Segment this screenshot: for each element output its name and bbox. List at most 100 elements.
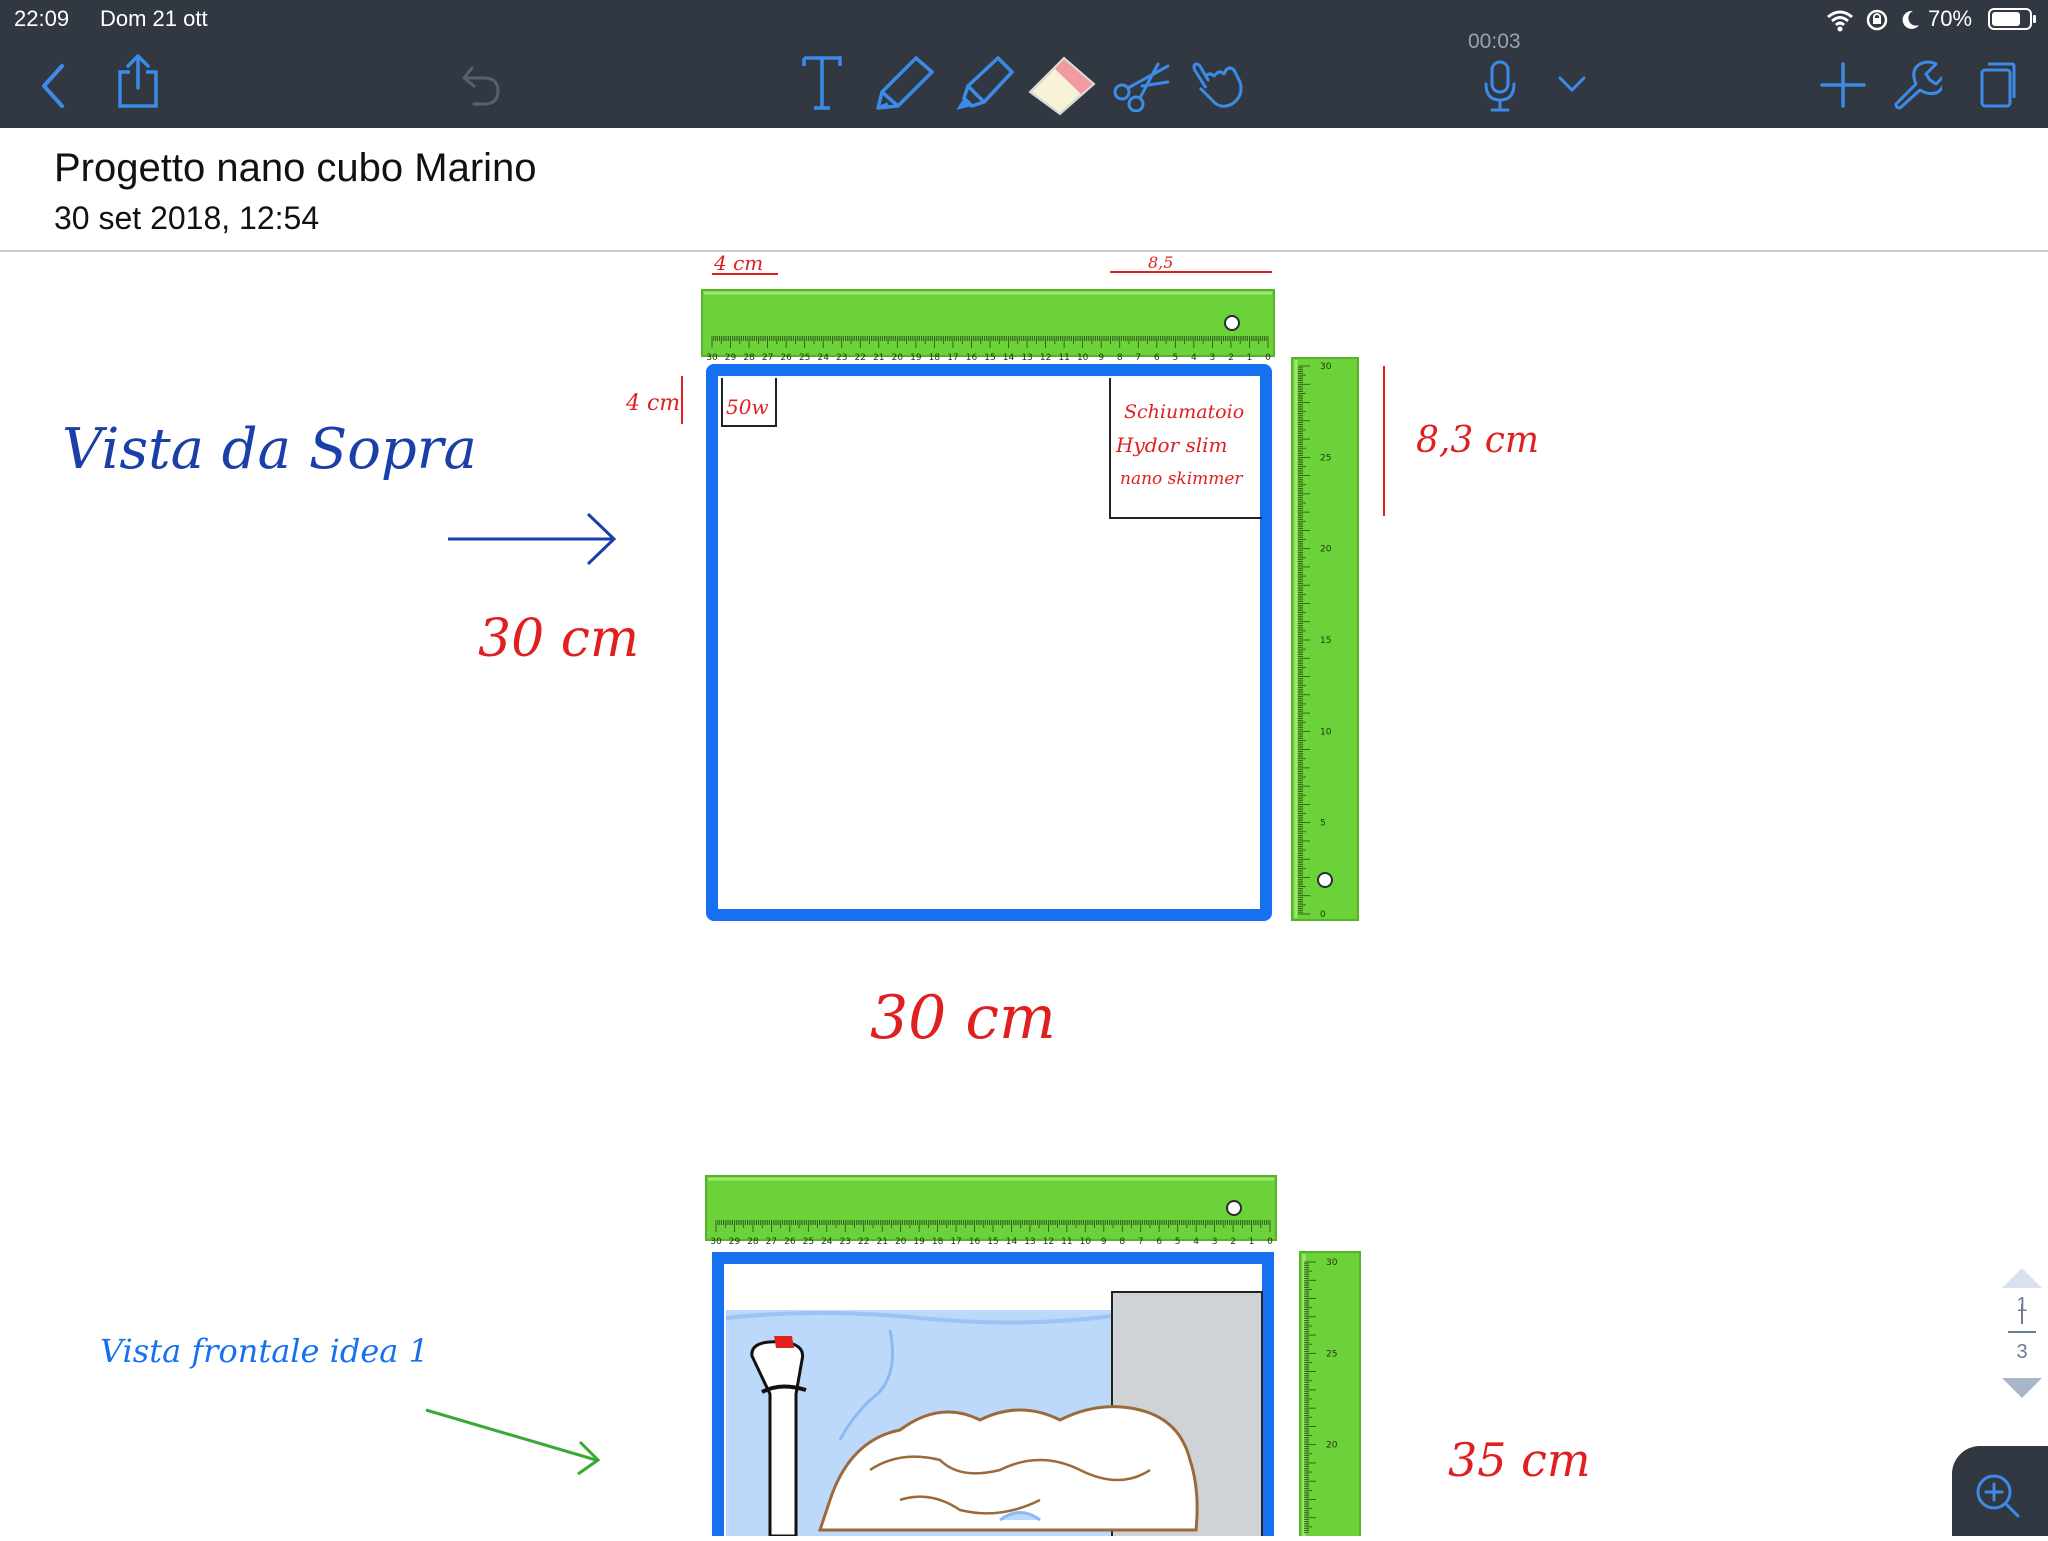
ruler-label: 9	[1098, 353, 1104, 363]
zoom-button[interactable]	[1952, 1446, 2048, 1536]
ruler-label: 15	[987, 1237, 998, 1247]
ruler-label: 10	[1077, 353, 1089, 363]
ruler-label: 11	[1058, 353, 1069, 363]
ruler-label: 25	[1326, 1349, 1337, 1359]
ruler-label: 24	[821, 1237, 833, 1247]
ruler-label: 17	[950, 1237, 961, 1247]
ruler-label: 28	[747, 1237, 759, 1247]
ruler-label: 18	[929, 353, 941, 363]
ruler-label: 20	[1326, 1441, 1338, 1451]
ruler-label: 24	[817, 353, 829, 363]
ruler-label: 30	[710, 1237, 722, 1247]
ruler-label: 0	[1265, 353, 1271, 363]
ruler-label: 10	[1320, 727, 1332, 737]
note-view-top: Vista da Sopra	[62, 417, 477, 482]
ruler-label: 25	[803, 1237, 814, 1247]
page-up-icon[interactable]	[2002, 1268, 2042, 1288]
ruler-label: 13	[1024, 1237, 1035, 1247]
note-skimmer-2: Hydor slim	[1115, 433, 1228, 457]
ruler-label: 8	[1117, 353, 1123, 363]
ruler-side-2[interactable]: 30 25 20	[1299, 1251, 1361, 1536]
ruler-label: 12	[1043, 1237, 1054, 1247]
ruler-label: 17	[947, 353, 958, 363]
note-dim-30-left: 30 cm	[478, 609, 639, 669]
ruler-label: 15	[984, 353, 995, 363]
page-total: 3	[2016, 1341, 2027, 1363]
ruler-label: 5	[1175, 1237, 1181, 1247]
ruler-label: 5	[1320, 819, 1326, 829]
zoom-in-icon	[1976, 1474, 2020, 1518]
ruler-label: 26	[784, 1237, 796, 1247]
note-50w: 50w	[726, 395, 769, 419]
ruler-label: 28	[743, 353, 755, 363]
arrow-green	[425, 1408, 601, 1476]
ruler-side[interactable]: 30 25 20 15 10 5 0	[1291, 357, 1359, 921]
tank-front-view	[712, 1252, 1274, 1536]
ruler-label: 6	[1156, 1237, 1162, 1247]
ruler-label: 23	[840, 1237, 851, 1247]
ruler-label: 21	[873, 353, 884, 363]
ruler-label: 21	[876, 1237, 887, 1247]
ruler-label: 18	[932, 1237, 944, 1247]
ruler-label: 3	[1212, 1237, 1218, 1247]
ruler-label: 4	[1193, 1237, 1199, 1247]
note-view-front: Vista frontale idea 1	[100, 1332, 429, 1370]
ruler-label: 5	[1172, 353, 1178, 363]
ruler-label: 19	[910, 353, 922, 363]
ruler-label: 2	[1230, 1237, 1236, 1247]
ruler-label: 27	[766, 1237, 777, 1247]
ruler-label: 23	[836, 353, 847, 363]
ruler-label: 25	[799, 353, 810, 363]
note-skimmer-1: Schiumatoio	[1124, 401, 1244, 423]
ruler-label: 2	[1228, 353, 1234, 363]
note-canvas[interactable]: 4 cm 8,5 30 29 28 27 26 25 24 23 22 21 20 19 18 17 16 1…	[0, 0, 2048, 1536]
ruler-label: 12	[1040, 353, 1051, 363]
ruler-label: 16	[969, 1237, 981, 1247]
ruler-label: 29	[725, 353, 737, 363]
ruler-label: 4	[1191, 353, 1197, 363]
ruler-label: 11	[1061, 1237, 1072, 1247]
note-top-right-dim: 8,5	[1148, 253, 1173, 272]
ruler-label: 30	[706, 353, 718, 363]
ruler-label: 25	[1320, 453, 1331, 463]
ruler-label: 6	[1154, 353, 1160, 363]
ruler-label: 19	[913, 1237, 925, 1247]
ruler-label: 22	[858, 1237, 869, 1247]
ruler-label: 22	[855, 353, 866, 363]
ruler-label: 20	[1320, 545, 1332, 555]
ruler-label: 10	[1080, 1237, 1092, 1247]
ruler-label: 7	[1138, 1237, 1144, 1247]
note-side-left-dim: 4 cm	[625, 391, 680, 416]
ruler-label: 0	[1267, 1237, 1273, 1247]
ruler-label: 14	[1003, 353, 1015, 363]
ruler-label: 9	[1101, 1237, 1107, 1247]
ruler-label: 26	[780, 353, 792, 363]
ruler-label: 1	[1249, 1237, 1255, 1247]
ruler-top[interactable]: 30 29 28 27 26 25 24 23 22 21 20 19 18 17 16 15 14 13 12 11…	[701, 289, 1275, 363]
page-current: 1	[2016, 1294, 2028, 1316]
ruler-label: 13	[1021, 353, 1032, 363]
ruler-label: 20	[895, 1237, 907, 1247]
arrow-blue	[448, 512, 617, 566]
note-dim-35: 35 cm	[1448, 1433, 1591, 1487]
note-dim-30-bottom: 30 cm	[870, 983, 1056, 1053]
note-side-right-dim: 8,3 cm	[1416, 420, 1539, 461]
ruler-label: 15	[1320, 636, 1331, 646]
note-top-left-dim: 4 cm	[713, 251, 763, 275]
ruler-label: 0	[1320, 910, 1326, 920]
ruler-label: 16	[966, 353, 978, 363]
ruler-label: 1	[1247, 353, 1253, 363]
ruler-label: 7	[1135, 353, 1141, 363]
note-skimmer-3: nano skimmer	[1120, 469, 1243, 489]
ruler-label: 8	[1119, 1237, 1125, 1247]
ruler-label: 30	[1320, 362, 1332, 372]
ruler-label: 20	[892, 353, 904, 363]
ruler-label: 27	[762, 353, 773, 363]
page-indicator[interactable]: 3	[1996, 1262, 2048, 1402]
ruler-label: 29	[729, 1237, 741, 1247]
ruler-label: 3	[1210, 353, 1216, 363]
page-down-icon[interactable]	[2002, 1378, 2042, 1398]
ruler-label: 30	[1326, 1258, 1338, 1268]
ruler-top-2[interactable]: 30 29 28 27 26 25 24 23 22 21 20 19 18 17 16 15 14 13 12 11…	[705, 1175, 1277, 1247]
ruler-label: 14	[1006, 1237, 1018, 1247]
